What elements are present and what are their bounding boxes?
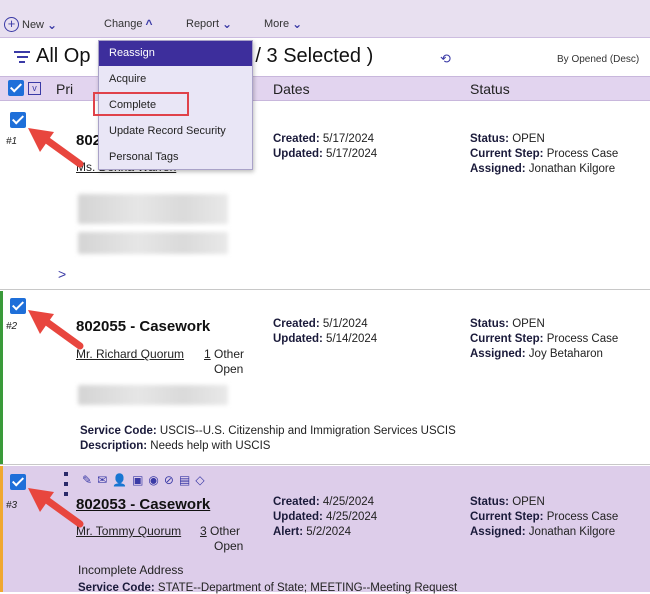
service-code-field: Service Code: STATE--Department of State… (78, 582, 458, 594)
report-menu-button[interactable]: Report ⌄ (186, 17, 232, 31)
current-step-field: Current Step: Process Case (470, 148, 619, 160)
updated-field: Updated: 5/17/2024 (273, 148, 378, 160)
other-open-count[interactable]: 1 (204, 347, 211, 361)
add-person-icon[interactable]: 👤 (112, 473, 127, 487)
column-header-status[interactable]: Status (470, 81, 510, 97)
assigned-field: Assigned: Jonathan Kilgore (470, 526, 616, 538)
updated-field: Updated: 5/14/2024 (273, 333, 378, 345)
chevron-down-icon[interactable]: v (28, 82, 41, 95)
menu-item-reassign[interactable]: Reassign (99, 41, 252, 66)
record-title[interactable]: 802053 - Casework (76, 496, 210, 513)
menu-item-personal-tags[interactable]: Personal Tags (99, 145, 252, 170)
filter-icon[interactable] (14, 51, 30, 66)
constituent-link[interactable]: Mr. Richard Quorum (76, 347, 184, 361)
current-step-field: Current Step: Process Case (470, 511, 619, 523)
email-icon[interactable]: ✉ (97, 473, 107, 487)
other-label: Other (210, 524, 241, 538)
open-label: Open (214, 362, 244, 376)
change-menu-button[interactable]: Change ^ (104, 17, 153, 31)
change-dropdown-menu: Reassign Acquire Complete Update Record … (93, 40, 253, 170)
description-field: Description: Needs help with USCIS (80, 440, 271, 452)
attachment-icon[interactable]: ⊘ (164, 473, 174, 487)
chevron-down-icon: ⌄ (222, 17, 233, 31)
created-field: Created: 5/17/2024 (273, 133, 375, 145)
tag-icon[interactable]: ◇ (195, 473, 204, 487)
annotation-arrow (28, 128, 84, 168)
highlight-annotation (93, 92, 189, 116)
assigned-field: Assigned: Jonathan Kilgore (470, 163, 616, 175)
expand-icon[interactable]: > (58, 266, 66, 282)
status-field: Status: OPEN (470, 318, 545, 330)
menu-item-update-record-security[interactable]: Update Record Security (99, 119, 252, 144)
record-title[interactable]: 802055 - Casework (76, 318, 210, 335)
chevron-down-icon: ⌄ (47, 17, 58, 32)
redacted-block (78, 385, 228, 405)
created-field: Created: 5/1/2024 (273, 318, 368, 330)
row-action-toolbar: ✎ ✉ 👤 ▣ ◉ ⊘ ▤ ◇ (82, 473, 205, 487)
updated-field: Updated: 4/25/2024 (273, 511, 378, 523)
new-menu-button[interactable]: + New ⌄ (4, 17, 57, 32)
table-row[interactable]: #2 802055 - Casework Mr. Richard Quorum … (0, 291, 650, 465)
status-field: Status: OPEN (470, 133, 545, 145)
redacted-block (78, 194, 228, 224)
other-open-count[interactable]: 3 (200, 524, 207, 538)
redacted-block (78, 232, 228, 254)
sort-selector[interactable]: By Opened (Desc) (557, 54, 639, 65)
chevron-up-icon: ^ (145, 17, 153, 31)
globe-icon[interactable]: ◉ (148, 473, 158, 487)
other-label: Other (214, 347, 245, 361)
select-all-checkbox[interactable] (8, 80, 24, 96)
row-number: #1 (6, 136, 18, 147)
row-status-bar (0, 291, 3, 464)
annotation-arrow (28, 488, 84, 528)
current-step-field: Current Step: Process Case (470, 333, 619, 345)
toolbar: + New ⌄ Change ^ Report ⌄ More ⌄ (0, 0, 650, 38)
created-field: Created: 4/25/2024 (273, 496, 375, 508)
refresh-icon[interactable]: ⟲ (440, 51, 451, 67)
address-note: Incomplete Address (78, 563, 184, 577)
assigned-field: Assigned: Joy Betaharon (470, 348, 603, 360)
more-menu-button[interactable]: More ⌄ (264, 17, 302, 31)
menu-item-acquire[interactable]: Acquire (99, 67, 252, 92)
row-number: #2 (6, 321, 18, 332)
alert-field: Alert: 5/2/2024 (273, 526, 351, 538)
letter-icon[interactable]: ▣ (132, 473, 143, 487)
chevron-down-icon: ⌄ (292, 17, 303, 31)
open-label: Open (214, 539, 244, 553)
row-status-bar (0, 466, 3, 592)
calendar-icon[interactable]: ▤ (179, 473, 190, 487)
constituent-link[interactable]: Mr. Tommy Quorum (76, 524, 181, 538)
column-header-dates[interactable]: Dates (273, 81, 310, 97)
status-field: Status: OPEN (470, 496, 545, 508)
service-code-field: Service Code: USCIS--U.S. Citizenship an… (80, 425, 456, 437)
annotation-arrow (28, 310, 84, 350)
plus-circle-icon: + (4, 17, 19, 32)
column-header-primary[interactable]: Pri (56, 81, 73, 97)
row-number: #3 (6, 500, 18, 511)
